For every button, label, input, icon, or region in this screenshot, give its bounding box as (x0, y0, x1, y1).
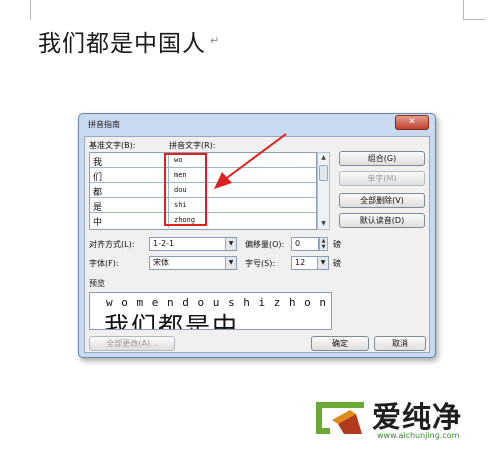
brand-name: 爱纯净 (372, 400, 463, 434)
brand-url: www.aichunjing.com (377, 431, 460, 440)
annotation-arrow-icon (214, 133, 287, 189)
brand-logo-icon (316, 402, 364, 434)
